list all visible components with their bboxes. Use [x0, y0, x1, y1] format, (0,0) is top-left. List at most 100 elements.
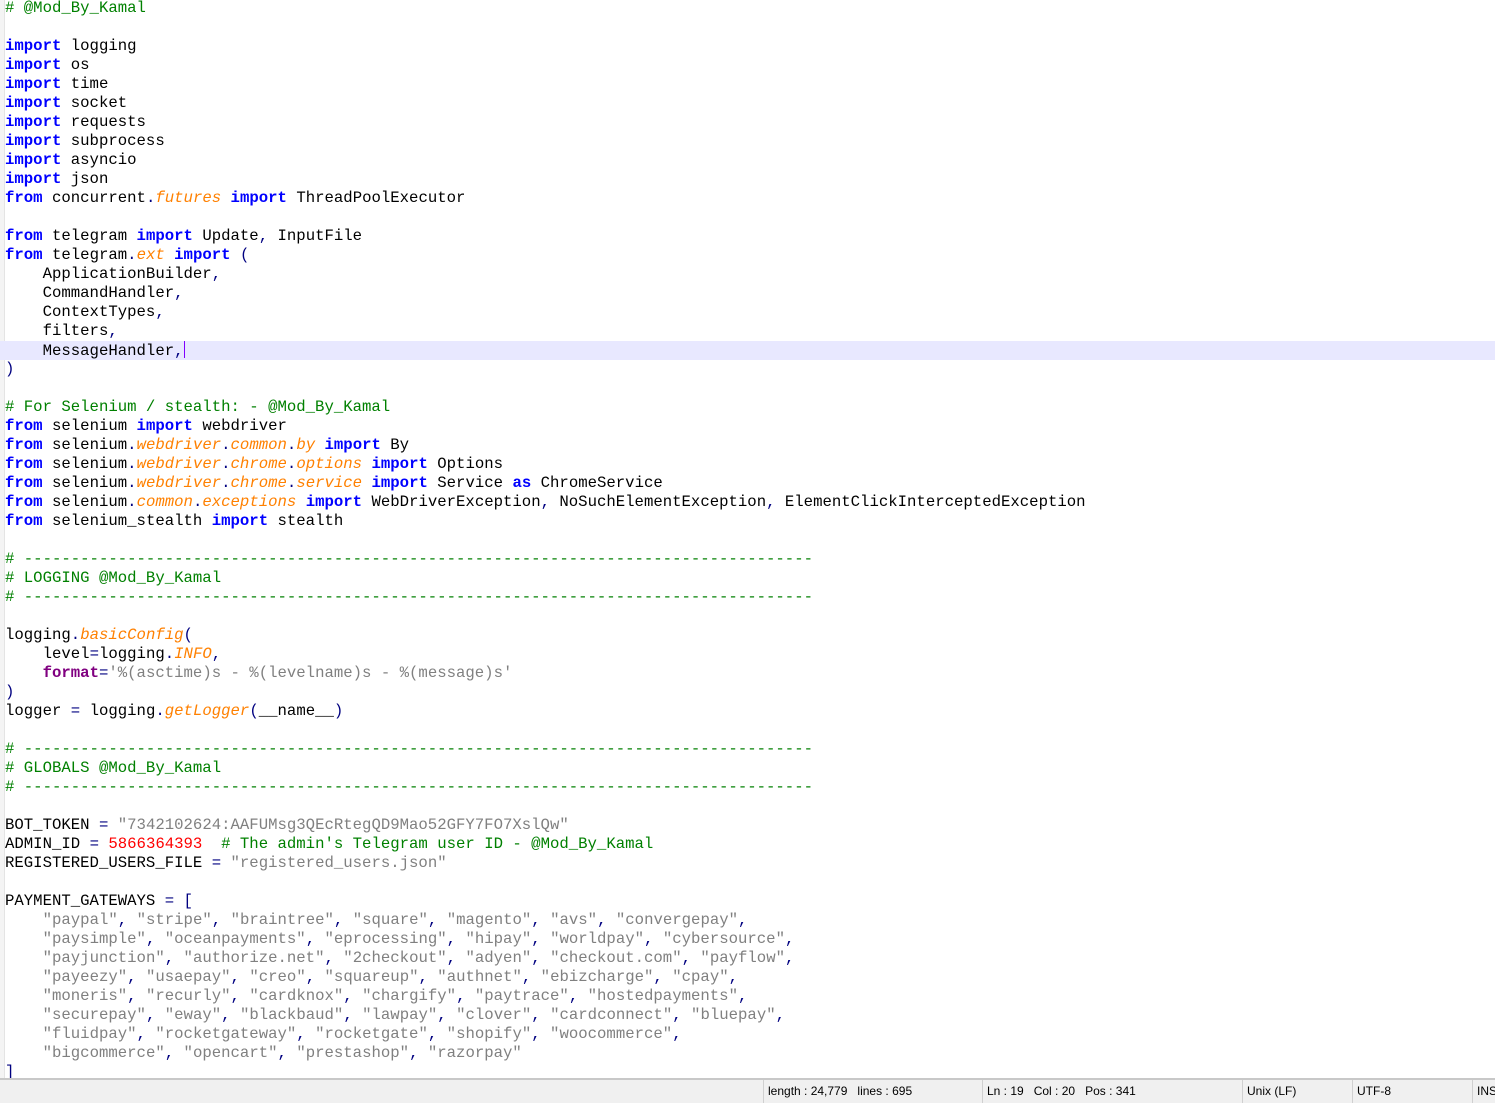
code-line[interactable]: BOT_TOKEN = "7342102624:AAFUMsg3QEcRtegQ…: [5, 816, 1495, 835]
code-line[interactable]: level=logging.INFO,: [5, 645, 1495, 664]
code-line[interactable]: ContextTypes,: [5, 303, 1495, 322]
code-line[interactable]: # GLOBALS @Mod_By_Kamal: [5, 759, 1495, 778]
status-encoding[interactable]: UTF-8: [1352, 1080, 1471, 1103]
code-line[interactable]: import asyncio: [5, 151, 1495, 170]
token-attribute: chrome: [230, 474, 287, 492]
code-line[interactable]: # --------------------------------------…: [5, 550, 1495, 569]
code-line[interactable]: PAYMENT_GATEWAYS = [: [5, 892, 1495, 911]
code-line[interactable]: import json: [5, 170, 1495, 189]
token-identifier: [437, 911, 446, 929]
code-line[interactable]: "securepay", "eway", "blackbaud", "lawpa…: [5, 1006, 1495, 1025]
code-line[interactable]: ): [5, 360, 1495, 379]
code-line[interactable]: import socket: [5, 94, 1495, 113]
code-line[interactable]: ​: [5, 18, 1495, 37]
code-line[interactable]: ​: [5, 873, 1495, 892]
code-line[interactable]: ]: [5, 1063, 1495, 1078]
token-string: "rocketgate": [315, 1025, 428, 1043]
token-identifier: [315, 436, 324, 454]
code-line[interactable]: from selenium.common.exceptions import W…: [5, 493, 1495, 512]
token-string: "bigcommerce": [42, 1044, 165, 1062]
token-identifier: [606, 911, 615, 929]
code-line[interactable]: import os: [5, 56, 1495, 75]
code-line[interactable]: CommandHandler,: [5, 284, 1495, 303]
code-line[interactable]: import requests: [5, 113, 1495, 132]
code-line[interactable]: ​: [5, 797, 1495, 816]
token-operator: ,: [531, 1025, 541, 1043]
code-line[interactable]: # --------------------------------------…: [5, 740, 1495, 759]
code-line[interactable]: # --------------------------------------…: [5, 778, 1495, 797]
token-identifier: os: [61, 56, 90, 74]
code-line[interactable]: filters,: [5, 322, 1495, 341]
token-attribute: webdriver: [136, 455, 222, 473]
code-line[interactable]: from telegram.ext import (: [5, 246, 1495, 265]
status-eol[interactable]: Unix (LF): [1242, 1080, 1351, 1103]
token-identifier: [362, 474, 371, 492]
code-line[interactable]: format='%(asctime)s - %(levelname)s - %(…: [5, 664, 1495, 683]
token-string: "fluidpay": [42, 1025, 137, 1043]
code-line[interactable]: ​: [5, 208, 1495, 227]
token-operator: ,: [531, 949, 541, 967]
token-identifier: [5, 1044, 43, 1062]
code-line[interactable]: "fluidpay", "rocketgateway", "rocketgate…: [5, 1025, 1495, 1044]
code-line[interactable]: MessageHandler,: [0, 341, 1495, 360]
code-line[interactable]: ​: [5, 531, 1495, 550]
token-operator: (: [183, 626, 193, 644]
code-line[interactable]: "paypal", "stripe", "braintree", "square…: [5, 911, 1495, 930]
code-line[interactable]: ​: [5, 607, 1495, 626]
token-comment: # @Mod_By_Kamal: [5, 0, 146, 17]
token-keyword: as: [512, 474, 532, 492]
code-line[interactable]: import logging: [5, 37, 1495, 56]
code-line[interactable]: "moneris", "recurly", "cardknox", "charg…: [5, 987, 1495, 1006]
token-operator: ,: [136, 1025, 146, 1043]
token-identifier: [541, 911, 550, 929]
code-line[interactable]: from selenium.webdriver.chrome.service i…: [5, 474, 1495, 493]
token-identifier: subprocess: [61, 132, 165, 150]
token-keyword: import: [174, 246, 231, 264]
code-line[interactable]: # LOGGING @Mod_By_Kamal: [5, 569, 1495, 588]
code-line[interactable]: ​: [5, 721, 1495, 740]
token-identifier: stealth: [268, 512, 344, 530]
token-string: '%(asctime)s - %(levelname)s - %(message…: [108, 664, 513, 682]
token-operator: ,: [127, 968, 137, 986]
code-line[interactable]: # For Selenium / stealth: - @Mod_By_Kama…: [5, 398, 1495, 417]
code-line[interactable]: from telegram import Update, InputFile: [5, 227, 1495, 246]
code-line[interactable]: import time: [5, 75, 1495, 94]
token-identifier: [240, 968, 249, 986]
token-number: 5866364393: [108, 835, 203, 853]
code-line[interactable]: # --------------------------------------…: [5, 588, 1495, 607]
token-identifier: json: [61, 170, 109, 188]
token-identifier: [137, 968, 146, 986]
code-line[interactable]: from selenium import webdriver: [5, 417, 1495, 436]
token-operator: [: [183, 892, 193, 910]
token-identifier: [174, 892, 183, 910]
code-line[interactable]: ADMIN_ID = 5866364393 # The admin's Tele…: [5, 835, 1495, 854]
code-editor[interactable]: # @Mod_By_Kamal​import loggingimport osi…: [0, 0, 1495, 1078]
code-line[interactable]: "bigcommerce", "opencart", "prestashop",…: [5, 1044, 1495, 1063]
token-operator: .: [286, 436, 297, 454]
code-line[interactable]: from concurrent.futures import ThreadPoo…: [5, 189, 1495, 208]
status-insert-mode[interactable]: INS: [1472, 1080, 1495, 1103]
code-line[interactable]: ApplicationBuilder,: [5, 265, 1495, 284]
code-line[interactable]: import subprocess: [5, 132, 1495, 151]
code-line[interactable]: # @Mod_By_Kamal: [5, 0, 1495, 18]
code-line[interactable]: "paysimple", "oceanpayments", "eprocessi…: [5, 930, 1495, 949]
token-identifier: [343, 911, 352, 929]
code-line[interactable]: from selenium.webdriver.chrome.options i…: [5, 455, 1495, 474]
code-line[interactable]: "payjunction", "authorize.net", "2checko…: [5, 949, 1495, 968]
token-attribute: chrome: [230, 455, 287, 473]
code-line[interactable]: REGISTERED_USERS_FILE = "registered_user…: [5, 854, 1495, 873]
code-line[interactable]: from selenium.webdriver.common.by import…: [5, 436, 1495, 455]
code-line[interactable]: ): [5, 683, 1495, 702]
code-line[interactable]: logging.basicConfig(: [5, 626, 1495, 645]
code-line[interactable]: ​: [5, 379, 1495, 398]
token-operator: (: [239, 246, 250, 264]
code-line[interactable]: from selenium_stealth import stealth: [5, 512, 1495, 531]
token-operator: ,: [305, 930, 316, 948]
token-string: "securepay": [42, 1006, 146, 1024]
token-attribute: futures: [155, 189, 222, 207]
token-identifier: [155, 1006, 164, 1024]
token-operator: ,: [738, 911, 748, 929]
code-line[interactable]: logger = logging.getLogger(__name__): [5, 702, 1495, 721]
code-line[interactable]: "payeezy", "usaepay", "creo", "squareup"…: [5, 968, 1495, 987]
code-text-area[interactable]: # @Mod_By_Kamal​import loggingimport osi…: [0, 0, 1495, 1078]
